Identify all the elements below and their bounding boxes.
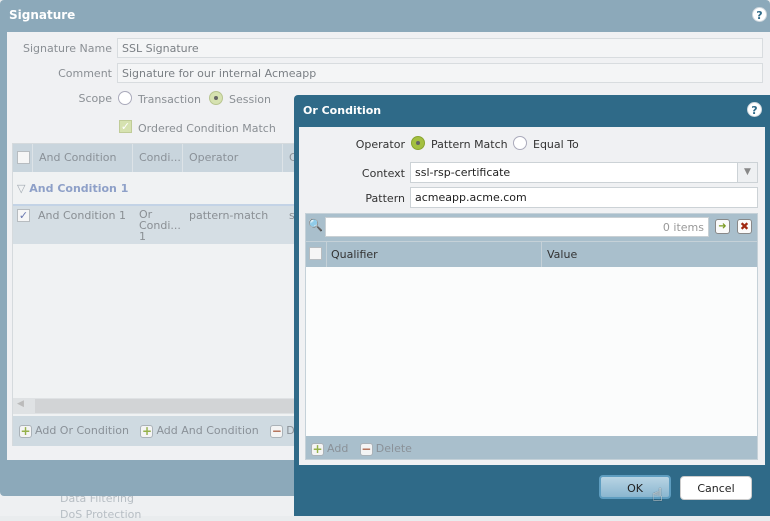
comment-label: Comment bbox=[58, 67, 112, 80]
group-label: And Condition 1 bbox=[29, 182, 129, 195]
help-icon[interactable]: ? bbox=[752, 7, 767, 22]
grid-body bbox=[306, 267, 757, 436]
scroll-left-icon[interactable]: ◀ bbox=[17, 399, 24, 409]
col-and-condition[interactable]: And Condition bbox=[33, 144, 133, 172]
scope-transaction-label: Transaction bbox=[138, 93, 201, 106]
grid-header: Qualifier Value bbox=[306, 241, 757, 268]
chevron-down-icon[interactable]: ▼ bbox=[737, 163, 757, 182]
apply-filter-icon[interactable]: ➜ bbox=[715, 219, 730, 234]
col-operator[interactable]: Operator bbox=[183, 144, 283, 172]
grid-toolbar: +Add Or Condition +Add And Condition −De… bbox=[13, 416, 322, 446]
clear-filter-icon[interactable]: ✖ bbox=[737, 219, 752, 234]
row-checkbox[interactable]: ✓ bbox=[17, 209, 30, 222]
cancel-button[interactable]: Cancel bbox=[680, 476, 752, 500]
scope-session-label: Session bbox=[229, 93, 271, 106]
signature-name-input[interactable]: SSL Signature bbox=[117, 38, 763, 58]
horizontal-scrollbar[interactable]: ◀ bbox=[13, 398, 303, 414]
scrollbar-thumb[interactable] bbox=[35, 399, 303, 413]
items-count: 0 items bbox=[662, 221, 704, 234]
row-and-condition: And Condition 1 bbox=[38, 209, 126, 222]
add-and-condition-button[interactable]: + Add And Condition bbox=[140, 423, 259, 438]
grid-header: And Condition Condi... Operator C bbox=[13, 144, 303, 172]
pattern-input[interactable]: acmeapp.acme.com bbox=[410, 187, 758, 208]
pattern-match-label: Pattern Match bbox=[431, 138, 508, 151]
delete-button[interactable]: −Delete bbox=[359, 441, 412, 456]
operator-label: Operator bbox=[355, 138, 405, 151]
add-icon: + bbox=[311, 441, 324, 456]
row-operator: pattern-match bbox=[189, 209, 269, 222]
select-all-checkbox[interactable] bbox=[309, 247, 322, 260]
row-condition[interactable]: Or Condi... 1 bbox=[139, 209, 181, 242]
group-header[interactable]: ▽ And Condition 1 bbox=[17, 182, 128, 195]
context-select[interactable]: ssl-rsp-certificate ▼ bbox=[410, 162, 758, 183]
filter-input[interactable]: 0 items bbox=[325, 217, 709, 237]
add-or-condition-button[interactable]: + Add Or Condition bbox=[19, 423, 129, 438]
search-icon: 🔍 bbox=[308, 218, 323, 232]
scope-session-radio[interactable] bbox=[209, 91, 223, 105]
collapse-icon: ▽ bbox=[17, 182, 30, 195]
help-icon[interactable]: ? bbox=[747, 102, 762, 117]
add-button[interactable]: + Add bbox=[311, 441, 348, 456]
col-qualifier[interactable]: Qualifier bbox=[331, 248, 378, 261]
nav-item-dos-protection[interactable]: DoS Protection bbox=[60, 508, 141, 521]
scope-transaction-radio[interactable] bbox=[118, 91, 132, 105]
or-condition-body: Operator Pattern Match Equal To Context … bbox=[299, 127, 765, 465]
col-value[interactable]: Value bbox=[547, 248, 577, 261]
pattern-label: Pattern bbox=[365, 192, 405, 205]
ordered-condition-checkbox[interactable]: ✓ bbox=[119, 120, 132, 133]
name-label: Signature Name bbox=[22, 42, 112, 55]
ordered-condition-label: Ordered Condition Match bbox=[138, 122, 276, 135]
dialog-title: Or Condition bbox=[303, 104, 382, 117]
select-all-checkbox[interactable] bbox=[17, 151, 30, 164]
or-condition-dialog: Or Condition ? Operator Pattern Match Eq… bbox=[294, 95, 770, 516]
delete-icon: − bbox=[359, 441, 373, 456]
add-icon: + bbox=[140, 423, 154, 438]
hand-cursor-icon: ☝ bbox=[652, 485, 663, 506]
scope-label: Scope bbox=[78, 92, 112, 105]
add-icon: + bbox=[19, 423, 32, 438]
table-row[interactable]: ✓ And Condition 1 Or Condi... 1 pattern-… bbox=[13, 204, 301, 244]
delete-icon: − bbox=[270, 423, 284, 438]
qualifier-grid: 🔍 0 items ➜ ✖ Qualifier Value + Add − Dele… bbox=[305, 213, 758, 460]
dialog-title: Signature bbox=[9, 8, 76, 22]
equal-to-label: Equal To bbox=[533, 138, 579, 151]
col-condition[interactable]: Condi... bbox=[133, 144, 183, 172]
context-label: Context bbox=[361, 167, 405, 180]
conditions-grid: And Condition Condi... Operator C ▽ And … bbox=[12, 143, 322, 446]
pattern-match-radio[interactable] bbox=[411, 136, 425, 150]
equal-to-radio[interactable] bbox=[513, 136, 527, 150]
comment-input[interactable]: Signature for our internal Acmeapp bbox=[117, 63, 763, 83]
grid-toolbar: + Add − Delete bbox=[311, 442, 412, 456]
